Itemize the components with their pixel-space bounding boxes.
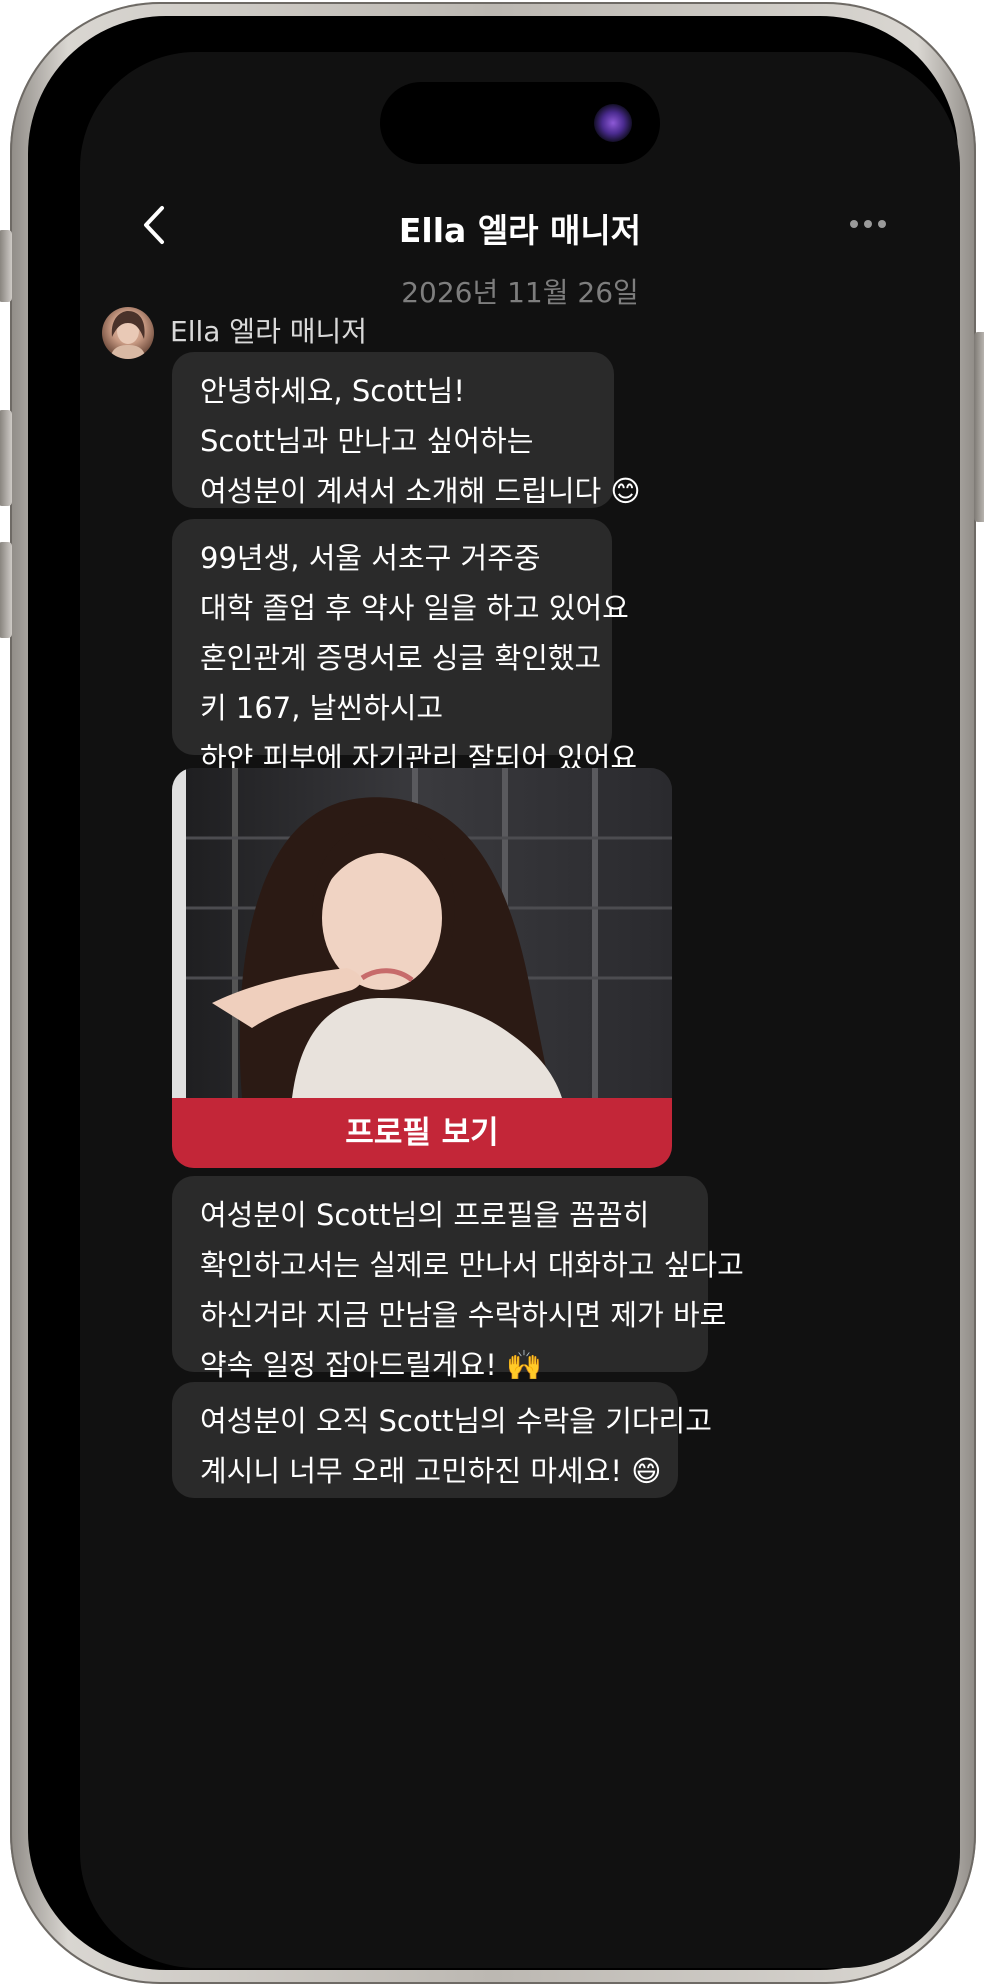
message-line: 하신거라 지금 만남을 수락하시면 제가 바로 — [200, 1298, 727, 1332]
message-line: 키 167, 날씬하시고 — [200, 691, 444, 725]
message-line: 여성분이 계셔서 소개해 드립니다 😊 — [200, 474, 641, 508]
view-profile-button[interactable]: 프로필 보기 — [172, 1098, 672, 1168]
volume-down-button — [0, 542, 12, 638]
avatar[interactable] — [102, 307, 154, 359]
chat-title: Ella 엘라 매니저 — [398, 211, 642, 250]
profile-photo — [172, 768, 672, 1098]
message-line: 대학 졸업 후 약사 일을 하고 있어요 — [200, 591, 629, 625]
message-line: 확인하고서는 실제로 만나서 대화하고 싶다고 — [200, 1248, 744, 1282]
dynamic-island — [380, 82, 660, 164]
message-line: 여성분이 Scott님의 프로필을 꼼꼼히 — [200, 1198, 650, 1232]
camera-icon — [594, 104, 632, 142]
power-button — [974, 332, 984, 522]
message-line: 여성분이 오직 Scott님의 수락을 기다리고 — [200, 1404, 712, 1438]
message-bubble: 99년생, 서울 서초구 거주중 대학 졸업 후 약사 일을 하고 있어요 혼인… — [172, 519, 637, 775]
phone-bezel: Ella 엘라 매니저 2026년 11월 26일 Ella 엘라 매니저 안녕… — [28, 16, 960, 1970]
chat-screen: Ella 엘라 매니저 2026년 11월 26일 Ella 엘라 매니저 안녕… — [80, 52, 960, 1968]
message-line: 99년생, 서울 서초구 거주중 — [200, 541, 541, 575]
profile-card[interactable]: 프로필 보기 — [172, 768, 672, 1168]
sender-name: Ella 엘라 매니저 — [170, 315, 368, 348]
message-bubble: 안녕하세요, Scott님! Scott님과 만나고 싶어하는 여성분이 계셔서… — [172, 352, 641, 508]
action-button — [0, 230, 12, 302]
message-bubble: 여성분이 Scott님의 프로필을 꼼꼼히 확인하고서는 실제로 만나서 대화하… — [172, 1176, 744, 1382]
message-line: Scott님과 만나고 싶어하는 — [200, 424, 534, 458]
date-separator: 2026년 11월 26일 — [401, 276, 639, 309]
more-horizontal-icon[interactable] — [850, 220, 890, 230]
message-line: 혼인관계 증명서로 싱글 확인했고 — [200, 641, 602, 675]
message-line: 안녕하세요, Scott님! — [200, 374, 465, 408]
message-bubble: 여성분이 오직 Scott님의 수락을 기다리고 계시니 너무 오래 고민하진 … — [172, 1382, 712, 1498]
message-line: 계시니 너무 오래 고민하진 마세요! 😄 — [200, 1454, 662, 1488]
phone-frame: Ella 엘라 매니저 2026년 11월 26일 Ella 엘라 매니저 안녕… — [0, 2, 984, 1984]
volume-up-button — [0, 410, 12, 506]
